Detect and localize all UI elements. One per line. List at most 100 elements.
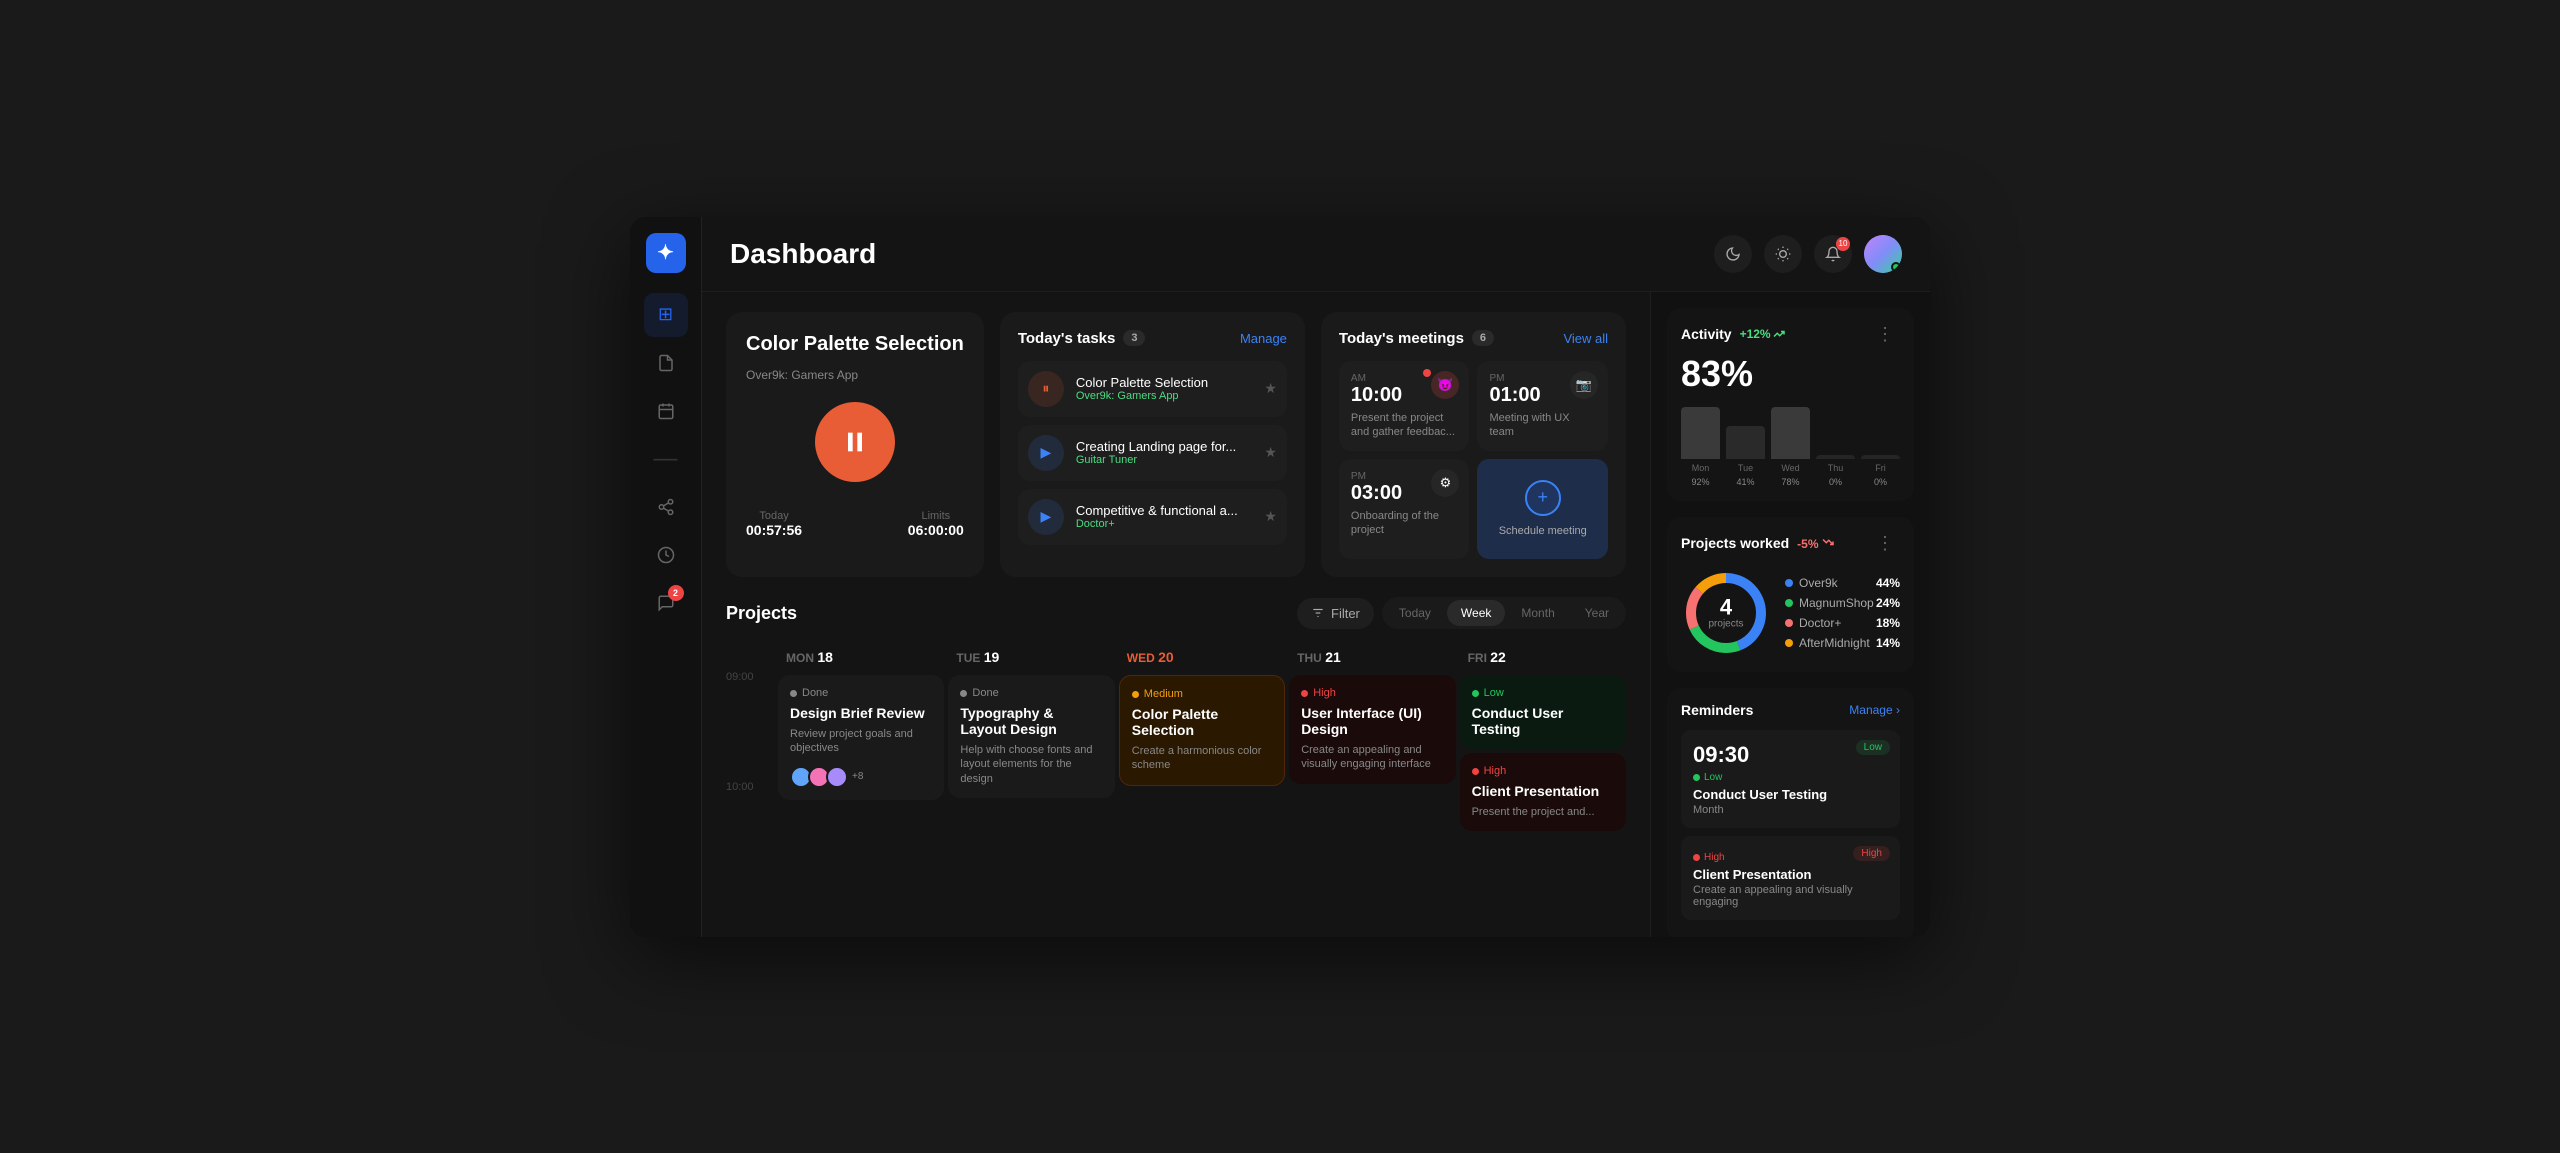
notifications-button[interactable]: 10	[1814, 235, 1852, 273]
project-card-user-testing[interactable]: Low Conduct User Testing	[1460, 675, 1626, 749]
online-indicator	[1891, 262, 1901, 272]
activity-badge: +12%	[1740, 327, 1785, 341]
project-card-color-palette[interactable]: Medium Color Palette Selection Create a …	[1119, 675, 1285, 786]
cal-col-thu: High User Interface (UI) Design Create a…	[1289, 675, 1455, 831]
reminder-name-1: Client Presentation	[1693, 867, 1888, 882]
page-title: Dashboard	[730, 238, 876, 270]
reminder-desc-1: Create an appealing and visually engagin…	[1693, 884, 1888, 908]
tab-week[interactable]: Week	[1447, 600, 1505, 626]
notification-badge: 10	[1836, 237, 1850, 251]
day-header-wed: WED 20	[1119, 643, 1285, 671]
reminder-item-0[interactable]: Low 09:30 Low Conduct User Testing Month	[1681, 730, 1900, 828]
meeting-item-1[interactable]: 📷 PM 01:00 Meeting with UX team	[1477, 361, 1608, 452]
sidebar-item-share[interactable]	[644, 485, 688, 529]
bar-col-wed: Wed 78%	[1771, 407, 1810, 487]
right-panel: Activity +12% ⋮ 83% Mon	[1650, 292, 1930, 937]
activity-card: Activity +12% ⋮ 83% Mon	[1667, 308, 1914, 501]
bar-chart: Mon 92% Tue 41% Wed 78%	[1681, 407, 1900, 487]
activity-more-button[interactable]: ⋮	[1870, 322, 1900, 347]
header-actions: 10	[1714, 235, 1902, 273]
task-times: Today 00:57:56 Limits 06:00:00	[746, 510, 964, 538]
reminder-priority-0: Low	[1693, 772, 1888, 783]
sidebar-logo[interactable]: ✦	[646, 233, 686, 273]
app-window: ✦ ⊞ — 2 Dashboard	[630, 217, 1930, 937]
cal-col-mon: Done Design Brief Review Review project …	[778, 675, 944, 831]
bar-col-fri: Fri 0%	[1861, 407, 1900, 487]
theme-light-button[interactable]	[1764, 235, 1802, 273]
tasks-card-header: Today's tasks 3 Manage	[1018, 330, 1287, 347]
sidebar-item-calendar[interactable]	[644, 389, 688, 433]
pw-legend-doctor: Doctor+ 18%	[1785, 616, 1900, 630]
pw-dot-over9k	[1785, 579, 1793, 587]
sidebar-item-dashboard[interactable]: ⊞	[644, 293, 688, 337]
theme-dark-button[interactable]	[1714, 235, 1752, 273]
time-labels: 09:00 10:00	[726, 671, 754, 841]
calendar-grid-wrapper: 09:00 10:00 MON 18 TUE 19 WED 20 THU 21 …	[726, 643, 1626, 831]
task-star-0[interactable]: ★	[1264, 380, 1277, 397]
task-icon-pause: ⏸	[1028, 371, 1064, 407]
project-card-typography[interactable]: Done Typography & Layout Design Help wit…	[948, 675, 1114, 798]
task-star-1[interactable]: ★	[1264, 444, 1277, 461]
reminder-badge-high: High	[1853, 846, 1890, 861]
reminders-manage-link[interactable]: Manage ›	[1849, 703, 1900, 717]
schedule-text: Schedule meeting	[1499, 524, 1587, 538]
tab-today[interactable]: Today	[1385, 600, 1445, 626]
active-task-title: Color Palette Selection	[746, 332, 964, 356]
pw-more-button[interactable]: ⋮	[1870, 531, 1900, 556]
reminder-item-1[interactable]: High High Client Presentation Create an …	[1681, 836, 1900, 920]
tab-month[interactable]: Month	[1507, 600, 1568, 626]
tab-year[interactable]: Year	[1571, 600, 1623, 626]
reminder-dot-0	[1693, 774, 1700, 781]
donut-center: 4 projects	[1708, 596, 1743, 629]
projects-section: Projects Filter Today Week Month Year	[726, 597, 1626, 831]
task-item-1[interactable]: ▶ Creating Landing page for... Guitar Tu…	[1018, 425, 1287, 481]
active-task-subtitle: Over9k: Gamers App	[746, 368, 964, 382]
cal-col-fri: Low Conduct User Testing High Cl	[1460, 675, 1626, 831]
left-panel: Color Palette Selection Over9k: Gamers A…	[702, 292, 1650, 937]
meeting-item-2[interactable]: ⚙ PM 03:00 Onboarding of the project	[1339, 459, 1470, 559]
task-item-0[interactable]: ⏸ Color Palette Selection Over9k: Gamers…	[1018, 361, 1287, 417]
task-proj-2: Doctor+	[1076, 518, 1253, 530]
sidebar-item-history[interactable]	[644, 533, 688, 577]
meeting-item-0[interactable]: 😈 AM 10:00 Present the project and gathe…	[1339, 361, 1470, 452]
sidebar-item-messages[interactable]: 2	[644, 581, 688, 625]
activity-percent: 83%	[1681, 353, 1900, 395]
task-name-0: Color Palette Selection	[1076, 375, 1253, 390]
pw-content: 4 projects Over9k 44%	[1681, 568, 1900, 658]
cal-col-wed: Medium Color Palette Selection Create a …	[1119, 675, 1285, 831]
task-item-2[interactable]: ▶ Competitive & functional a... Doctor+ …	[1018, 489, 1287, 545]
reminders-title: Reminders	[1681, 702, 1753, 718]
reminder-name-0: Conduct User Testing	[1693, 787, 1888, 802]
tasks-manage-link[interactable]: Manage	[1240, 331, 1287, 346]
tasks-count-badge: 3	[1123, 330, 1145, 346]
user-avatar[interactable]	[1864, 235, 1902, 273]
pw-dot-aftermidnight	[1785, 639, 1793, 647]
meetings-viewall-link[interactable]: View all	[1563, 331, 1608, 346]
meetings-card-header: Today's meetings 6 View all	[1339, 330, 1608, 347]
calendar-day-headers: MON 18 TUE 19 WED 20 THU 21 FRI 22	[778, 643, 1626, 671]
content-area: Color Palette Selection Over9k: Gamers A…	[702, 292, 1930, 937]
pw-legend-magnumshop: MagnumShop 24%	[1785, 596, 1900, 610]
pause-button[interactable]	[815, 402, 895, 482]
meetings-card-title: Today's meetings 6	[1339, 330, 1494, 347]
project-card-client-presentation[interactable]: High Client Presentation Present the pro…	[1460, 753, 1626, 831]
meetings-count-badge: 6	[1472, 330, 1494, 346]
meeting-dot-0	[1423, 369, 1431, 377]
day-header-mon: MON 18	[778, 643, 944, 671]
project-card-design-brief[interactable]: Done Design Brief Review Review project …	[778, 675, 944, 800]
schedule-meeting-button[interactable]: + Schedule meeting	[1477, 459, 1608, 559]
pw-header: Projects worked -5% ⋮	[1681, 531, 1900, 556]
sidebar: ✦ ⊞ — 2	[630, 217, 702, 937]
pw-dot-magnumshop	[1785, 599, 1793, 607]
task-icon-play-2: ▶	[1028, 499, 1064, 535]
pw-legend: Over9k 44% MagnumShop 24%	[1785, 576, 1900, 650]
filter-button[interactable]: Filter	[1297, 598, 1374, 629]
sidebar-item-document[interactable]	[644, 341, 688, 385]
bar-col-mon: Mon 92%	[1681, 407, 1720, 487]
task-star-2[interactable]: ★	[1264, 508, 1277, 525]
main-panel: Dashboard 10	[702, 217, 1930, 937]
cal-col-tue: Done Typography & Layout Design Help wit…	[948, 675, 1114, 831]
bar-mon	[1681, 407, 1720, 459]
project-card-ui-design[interactable]: High User Interface (UI) Design Create a…	[1289, 675, 1455, 784]
task-name-1: Creating Landing page for...	[1076, 439, 1253, 454]
